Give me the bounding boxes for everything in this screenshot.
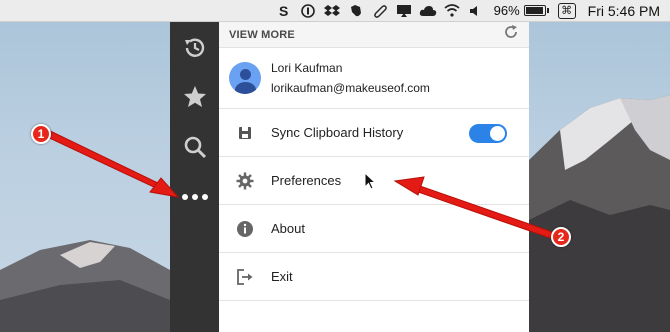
evernote-icon[interactable] (344, 0, 368, 22)
menu-item-label: Sync Clipboard History (271, 125, 404, 140)
search-icon[interactable] (170, 123, 219, 171)
more-dots-icon[interactable] (170, 173, 219, 221)
clock[interactable]: Fri 5:46 PM (588, 3, 660, 19)
app-sidebar (170, 22, 219, 332)
star-icon[interactable] (170, 73, 219, 121)
paperclip-icon[interactable] (368, 0, 392, 22)
menu-item-about[interactable]: About (219, 205, 529, 253)
dropbox-icon[interactable] (320, 0, 344, 22)
command-key-icon[interactable]: ⌘ (557, 2, 576, 19)
callout-1: 1 (31, 124, 51, 144)
user-account[interactable]: Lori Kaufman lorikaufman@makeuseof.com (219, 48, 529, 109)
mouse-cursor-icon (364, 172, 376, 190)
avatar (229, 62, 261, 94)
clipboard-icon (219, 125, 271, 141)
refresh-icon[interactable] (503, 24, 519, 45)
view-more-panel: VIEW MORE Lori Kaufman lorikaufman@makeu… (219, 22, 529, 332)
menu-item-exit[interactable]: Exit (219, 253, 529, 301)
battery-percent[interactable]: 96% (494, 3, 520, 18)
volume-icon[interactable] (464, 0, 488, 22)
panel-header: VIEW MORE (219, 22, 529, 48)
wifi-icon[interactable] (440, 0, 464, 22)
panel-title: VIEW MORE (229, 28, 295, 41)
callout-2: 2 (551, 227, 571, 247)
user-email: lorikaufman@makeuseof.com (271, 81, 430, 95)
1password-icon[interactable] (296, 0, 320, 22)
airplay-icon[interactable] (392, 0, 416, 22)
user-name: Lori Kaufman (271, 61, 343, 75)
menu-item-preferences[interactable]: Preferences (219, 157, 529, 205)
history-icon[interactable] (170, 24, 219, 72)
menu-item-label: Preferences (271, 173, 342, 188)
scribd-icon[interactable]: S (272, 0, 296, 22)
sync-toggle[interactable] (469, 124, 507, 143)
battery-icon[interactable] (523, 5, 549, 16)
menu-item-sync-clipboard[interactable]: Sync Clipboard History (219, 109, 529, 157)
icloud-icon[interactable] (416, 0, 440, 22)
macos-menu-bar: S 96% ⌘ Fri 5:46 PM (0, 0, 670, 22)
exit-icon (219, 268, 271, 286)
menu-item-label: Exit (271, 269, 293, 284)
menu-item-label: About (271, 221, 305, 236)
info-icon (219, 220, 271, 238)
gear-icon (219, 172, 271, 190)
